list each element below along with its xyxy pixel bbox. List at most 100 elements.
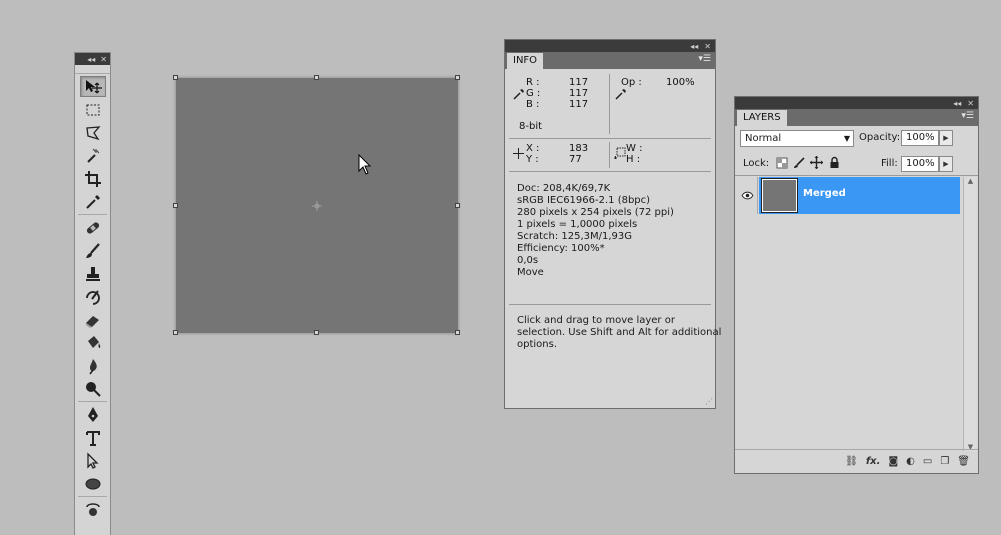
crop-tool[interactable] bbox=[80, 168, 106, 189]
paint-bucket-tool[interactable] bbox=[80, 332, 106, 353]
blend-mode-value: Normal bbox=[745, 133, 782, 144]
layer-thumbnail bbox=[761, 178, 798, 213]
divider bbox=[509, 171, 711, 172]
marquee-tool[interactable] bbox=[80, 99, 106, 120]
blur-tool[interactable] bbox=[80, 355, 106, 376]
op-value: 100% bbox=[666, 77, 695, 88]
type-tool[interactable] bbox=[80, 427, 106, 448]
type-icon bbox=[86, 430, 100, 446]
brush-tool[interactable] bbox=[80, 240, 106, 261]
ellipse-icon bbox=[85, 478, 101, 489]
eraser-tool[interactable] bbox=[80, 309, 106, 330]
collapse-icon[interactable]: ◂◂ bbox=[87, 55, 95, 64]
transform-handle-bottom-left[interactable] bbox=[173, 330, 178, 335]
dodge-icon bbox=[86, 381, 101, 397]
eye-icon bbox=[741, 191, 753, 200]
ellipse-tool[interactable] bbox=[80, 473, 106, 494]
info-panel-titlebar: ◂◂ ✕ bbox=[505, 40, 715, 52]
move-icon bbox=[86, 79, 102, 93]
lasso-tool[interactable] bbox=[80, 122, 106, 143]
history-brush-tool[interactable] bbox=[80, 286, 106, 307]
fx-icon[interactable]: fx. bbox=[866, 456, 881, 467]
folder-icon[interactable]: ▭ bbox=[923, 456, 932, 467]
layer-visibility-toggle[interactable] bbox=[737, 177, 758, 214]
tab-info[interactable]: INFO bbox=[507, 53, 544, 69]
new-layer-icon[interactable]: ❐ bbox=[940, 456, 949, 467]
transform-handle-top[interactable] bbox=[314, 75, 319, 80]
collapse-icon[interactable]: ◂◂ bbox=[690, 42, 698, 51]
transform-handle-left[interactable] bbox=[173, 203, 178, 208]
chevron-down-icon: ▼ bbox=[843, 134, 850, 143]
eyedropper-tool[interactable] bbox=[80, 191, 106, 212]
eyedropper-icon bbox=[86, 194, 100, 209]
magic-wand-tool[interactable] bbox=[80, 145, 106, 166]
document-dimensions: 280 pixels x 254 pixels (72 ppi) bbox=[517, 207, 674, 218]
eraser-icon bbox=[86, 315, 99, 328]
transform-handle-top-right[interactable] bbox=[455, 75, 460, 80]
center-crosshair-icon bbox=[312, 201, 322, 211]
dodge-tool[interactable] bbox=[80, 378, 106, 399]
fill-slider-button[interactable]: ▶ bbox=[939, 156, 953, 172]
opacity-field[interactable]: 100% bbox=[901, 130, 939, 146]
tools-panel-grip[interactable] bbox=[75, 65, 110, 74]
move-tool[interactable] bbox=[80, 76, 106, 97]
lock-label: Lock: bbox=[743, 158, 770, 169]
mask-icon[interactable]: ◙ bbox=[888, 456, 898, 467]
link-icon[interactable]: ⛓ bbox=[845, 456, 858, 467]
history-brush-icon bbox=[86, 289, 100, 305]
h-label: H : bbox=[626, 154, 641, 165]
healing-brush-tool[interactable] bbox=[80, 217, 106, 238]
tools-separator bbox=[78, 401, 107, 402]
r-value: 117 bbox=[569, 77, 589, 88]
stamp-icon bbox=[86, 266, 100, 281]
panel-menu-icon[interactable]: ▾☰ bbox=[961, 111, 974, 121]
document-canvas[interactable] bbox=[173, 75, 460, 335]
crosshair-icon bbox=[513, 148, 524, 159]
layers-panel: ◂◂ ✕ LAYERS ▾☰ Normal ▼ Opacity: 100% ▶ … bbox=[734, 96, 979, 474]
resize-grip-icon[interactable]: ⋰ bbox=[705, 397, 713, 406]
close-icon[interactable]: ✕ bbox=[967, 99, 974, 108]
3d-rotate-tool[interactable] bbox=[80, 499, 106, 520]
transform-handle-top-left[interactable] bbox=[173, 75, 178, 80]
b-value: 117 bbox=[569, 99, 589, 110]
tools-panel: ◂◂ ✕ bbox=[74, 52, 111, 535]
efficiency: Efficiency: 100%* bbox=[517, 243, 605, 254]
fill-field[interactable]: 100% bbox=[901, 156, 939, 172]
w-label: W : bbox=[626, 143, 643, 154]
scroll-up-icon[interactable]: ▲ bbox=[964, 177, 977, 185]
panel-menu-icon[interactable]: ▾☰ bbox=[698, 54, 711, 64]
collapse-icon[interactable]: ◂◂ bbox=[953, 99, 961, 108]
transform-handle-bottom[interactable] bbox=[314, 330, 319, 335]
info-panel: ◂◂ ✕ INFO ▾☰ R : G : B : 117 117 117 8-b… bbox=[504, 39, 721, 409]
color-profile: sRGB IEC61966-2.1 (8bpc) bbox=[517, 195, 651, 206]
close-icon[interactable]: ✕ bbox=[100, 55, 107, 64]
layers-scrollbar[interactable]: ▲ ▼ bbox=[963, 177, 977, 451]
fill-label: Fill: bbox=[881, 158, 898, 169]
tool-hints: Click and drag to move layer or selectio… bbox=[517, 315, 721, 351]
blend-mode-select[interactable]: Normal ▼ bbox=[740, 130, 854, 147]
lock-all-icon[interactable] bbox=[829, 156, 840, 169]
bucket-icon bbox=[88, 335, 101, 348]
layer-row-merged[interactable]: Merged bbox=[759, 177, 960, 214]
transform-handle-bottom-right[interactable] bbox=[455, 330, 460, 335]
tab-layers[interactable]: LAYERS bbox=[737, 110, 787, 126]
pen-tool[interactable] bbox=[80, 404, 106, 425]
transform-handle-right[interactable] bbox=[455, 203, 460, 208]
path-selection-tool[interactable] bbox=[80, 450, 106, 471]
eyedropper-icon bbox=[513, 89, 524, 100]
marquee-icon bbox=[86, 104, 100, 115]
blur-icon bbox=[89, 358, 97, 374]
lock-position-icon[interactable] bbox=[810, 156, 823, 169]
lock-transparency-icon[interactable] bbox=[776, 157, 788, 169]
clone-stamp-tool[interactable] bbox=[80, 263, 106, 284]
lock-image-pixels-icon[interactable] bbox=[793, 157, 805, 169]
info-tab-row: INFO ▾☰ bbox=[505, 52, 715, 69]
opacity-slider-button[interactable]: ▶ bbox=[939, 130, 953, 146]
lasso-icon bbox=[86, 125, 101, 140]
layer-name: Merged bbox=[803, 188, 846, 199]
layers-panel-titlebar: ◂◂ ✕ bbox=[735, 97, 978, 109]
hint-line: Click and drag to move layer or bbox=[517, 315, 675, 326]
trash-icon[interactable]: 🗑 bbox=[957, 456, 970, 467]
adjustment-icon[interactable]: ◐ bbox=[906, 456, 915, 467]
close-icon[interactable]: ✕ bbox=[704, 42, 711, 51]
